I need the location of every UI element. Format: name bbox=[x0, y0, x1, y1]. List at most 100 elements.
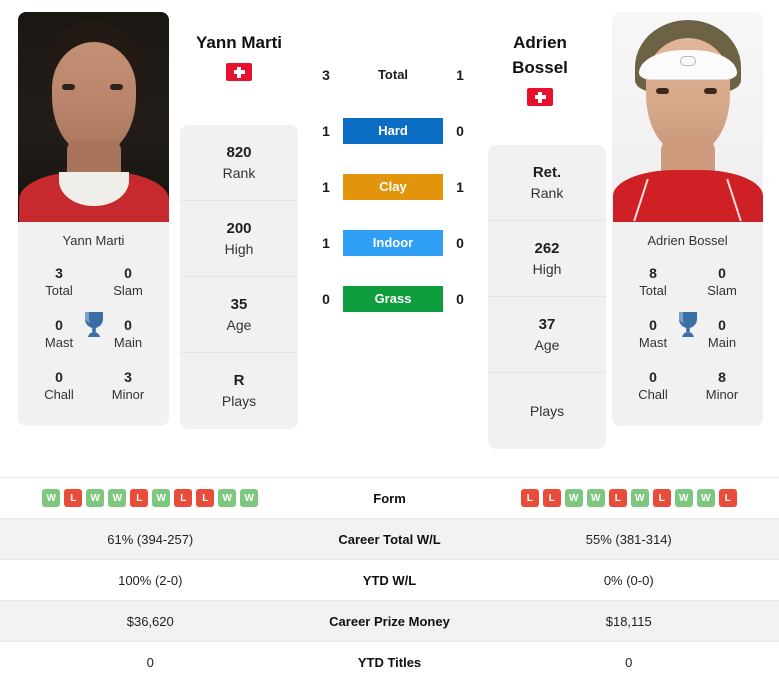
table-row-prize-money: $36,620 Career Prize Money $18,115 bbox=[0, 600, 779, 641]
stat-value: 8 bbox=[718, 369, 726, 385]
player-name-right-line2: Bossel bbox=[512, 58, 568, 77]
h2h-row-total: 3 Total 1 bbox=[303, 62, 483, 88]
stat-label: Rank bbox=[222, 164, 256, 181]
h2h-left-score: 1 bbox=[322, 179, 330, 195]
titles-row: 0 Chall 3 Minor bbox=[24, 362, 163, 414]
swiss-flag-icon-left bbox=[226, 63, 252, 81]
row-label-career-wl: Career Total W/L bbox=[338, 531, 441, 547]
stat-label: Chall bbox=[44, 387, 74, 402]
h2h-row-clay: 1 Clay 1 bbox=[303, 174, 483, 200]
stat-value: 262 bbox=[534, 239, 560, 257]
trophy-icon bbox=[675, 310, 701, 338]
stat-rank-right: Ret. Rank bbox=[488, 145, 606, 221]
title-stat-total-right: 8 Total bbox=[626, 264, 680, 300]
form-badge-loss: L bbox=[542, 489, 561, 507]
form-badge-loss: L bbox=[718, 489, 737, 507]
player-card-left[interactable]: Yann Marti 3 Total 0 Slam 0 Mast 0 Main … bbox=[18, 12, 169, 426]
stat-value: 3 bbox=[55, 265, 63, 281]
stat-label: Mast bbox=[44, 335, 74, 350]
stat-high-left: 200 High bbox=[180, 201, 298, 277]
form-badge-win: W bbox=[586, 489, 605, 507]
h2h-right-score: 1 bbox=[456, 179, 464, 195]
comparison-header-region: Yann Marti 3 Total 0 Slam 0 Mast 0 Main … bbox=[0, 0, 779, 477]
value-right: $18,115 bbox=[605, 613, 652, 629]
form-badges-left: WLWWLWLLWW bbox=[0, 489, 301, 507]
h2h-row-hard: 1 Hard 0 bbox=[303, 118, 483, 144]
titles-row: 0 Chall 8 Minor bbox=[618, 362, 757, 414]
form-badge-win: W bbox=[564, 489, 583, 507]
title-stat-mast-right: 0 Mast bbox=[626, 316, 680, 352]
title-stat-mast-left: 0 Mast bbox=[32, 316, 86, 352]
stat-label: High bbox=[224, 240, 254, 257]
h2h-label-total: Total bbox=[377, 67, 409, 82]
value-right: 0% (0-0) bbox=[603, 572, 654, 588]
stat-label: Main bbox=[707, 335, 737, 350]
stat-label: Minor bbox=[705, 387, 739, 402]
player-comparison-page: Yann Marti 3 Total 0 Slam 0 Mast 0 Main … bbox=[0, 0, 779, 699]
stat-value: 8 bbox=[649, 265, 657, 281]
value-right: 0 bbox=[625, 654, 633, 670]
stat-value: 37 bbox=[538, 315, 556, 333]
head-to-head-column: 3 Total 1 1 Hard 0 1 Clay 1 1 Indoor 0 0 bbox=[298, 0, 488, 312]
form-badge-win: W bbox=[86, 489, 105, 507]
form-badge-win: W bbox=[152, 489, 171, 507]
player-photo-caption-right: Adrien Bossel bbox=[647, 233, 728, 248]
table-row-form: WLWWLWLLWW Form LLWWLWLWWL bbox=[0, 477, 779, 518]
form-badge-loss: L bbox=[174, 489, 193, 507]
stat-label: Slam bbox=[707, 283, 737, 298]
title-stat-chall-left: 0 Chall bbox=[32, 368, 86, 404]
title-stat-main-right: 0 Main bbox=[695, 316, 749, 352]
stat-label: Plays bbox=[221, 393, 257, 409]
stat-stack-left: 820 Rank 200 High 35 Age R Plays bbox=[180, 125, 298, 429]
player-name-left: Yann Marti bbox=[196, 33, 282, 52]
player-name-header-right: Adrien Bossel bbox=[465, 30, 615, 106]
stat-value: 0 bbox=[649, 317, 657, 333]
h2h-left-score: 1 bbox=[322, 235, 330, 251]
form-badges-right: LLWWLWLWWL bbox=[479, 489, 779, 507]
player-name-header-left: Yann Marti bbox=[164, 30, 314, 81]
stat-age-left: 35 Age bbox=[180, 277, 298, 353]
h2h-right-score: 0 bbox=[456, 123, 464, 139]
stat-value: R bbox=[233, 372, 245, 389]
eye-right-icon bbox=[704, 88, 717, 94]
form-badge-win: W bbox=[696, 489, 715, 507]
form-badge-loss: L bbox=[64, 489, 83, 507]
form-badge-win: W bbox=[218, 489, 237, 507]
stat-label: Plays bbox=[529, 402, 565, 419]
stat-label: Total bbox=[45, 283, 73, 298]
row-label-prize-money: Career Prize Money bbox=[329, 613, 450, 629]
stat-value: 35 bbox=[230, 295, 248, 313]
stat-value: 0 bbox=[124, 265, 132, 281]
h2h-right-score: 0 bbox=[456, 235, 464, 251]
player-card-right[interactable]: Adrien Bossel 8 Total 0 Slam 0 Mast 0 Ma… bbox=[612, 12, 763, 426]
stat-label: Main bbox=[113, 335, 143, 350]
form-badge-win: W bbox=[108, 489, 127, 507]
h2h-row-grass: 0 Grass 0 bbox=[303, 286, 483, 312]
stat-label: Chall bbox=[638, 387, 668, 402]
value-right: 55% (381-314) bbox=[585, 531, 672, 547]
value-left: 0 bbox=[146, 654, 154, 670]
trophy-icon bbox=[81, 310, 107, 338]
eye-left-icon bbox=[62, 84, 75, 90]
titles-grid-left: 3 Total 0 Slam 0 Mast 0 Main 0 Chall 3 M… bbox=[18, 258, 169, 426]
stat-value: 0 bbox=[124, 317, 132, 333]
headband-logo-icon bbox=[679, 56, 696, 66]
h2h-right-score: 0 bbox=[456, 291, 464, 307]
title-stat-minor-left: 3 Minor bbox=[101, 368, 155, 404]
title-stat-slam-right: 0 Slam bbox=[695, 264, 749, 300]
table-row-career-wl: 61% (394-257) Career Total W/L 55% (381-… bbox=[0, 518, 779, 559]
h2h-label-hard: Hard bbox=[343, 118, 443, 144]
player-photo-caption-left: Yann Marti bbox=[62, 233, 125, 248]
stat-value: Ret. bbox=[532, 163, 562, 181]
comparison-table: WLWWLWLLWW Form LLWWLWLWWL 61% (394-257)… bbox=[0, 477, 779, 682]
form-badge-loss: L bbox=[520, 489, 539, 507]
face-shape bbox=[51, 42, 136, 154]
stat-value: 200 bbox=[226, 219, 252, 237]
form-badge-loss: L bbox=[196, 489, 215, 507]
stat-value: 0 bbox=[649, 369, 657, 385]
title-stat-chall-right: 0 Chall bbox=[626, 368, 680, 404]
h2h-left-score: 1 bbox=[322, 123, 330, 139]
stat-age-right: 37 Age bbox=[488, 297, 606, 373]
player-photo-right bbox=[612, 12, 763, 222]
title-stat-minor-right: 8 Minor bbox=[695, 368, 749, 404]
